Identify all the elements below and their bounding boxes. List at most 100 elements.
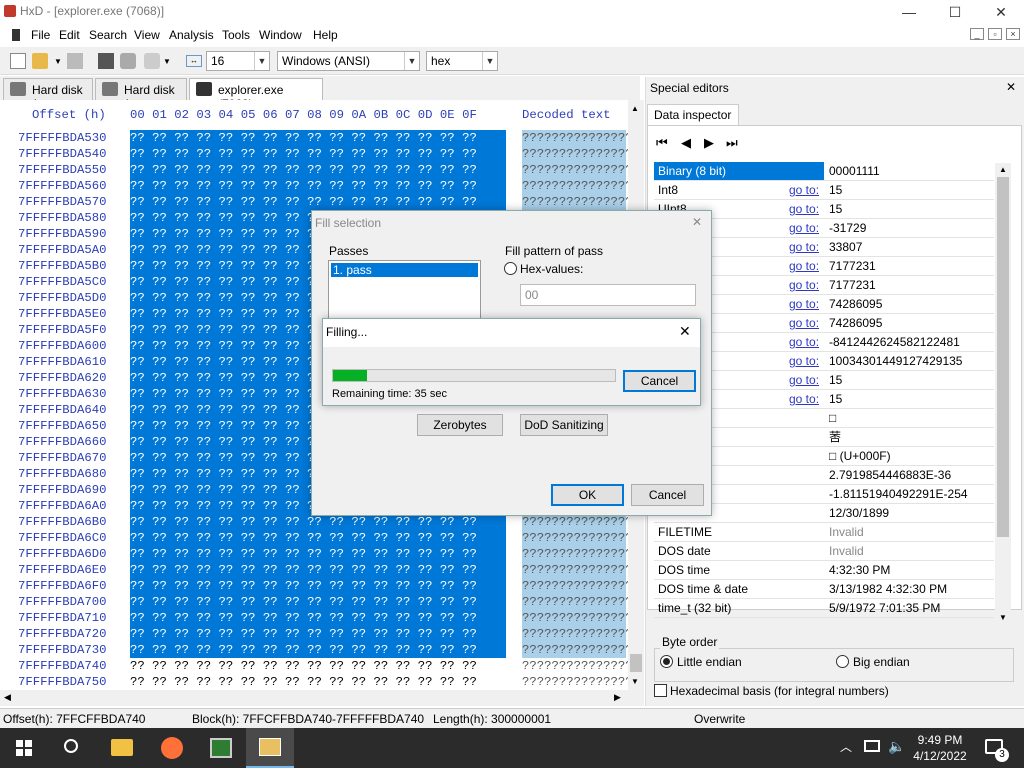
inspector-value[interactable]: 4:32:30 PM	[829, 561, 890, 580]
row-decoded-text[interactable]: ????????????????	[522, 658, 628, 674]
save-icon[interactable]	[67, 53, 83, 69]
inspector-value[interactable]: □ (U+000F)	[829, 447, 891, 466]
row-decoded-text[interactable]: ????????????????	[522, 594, 628, 610]
row-decoded-text[interactable]: ????????????????	[522, 546, 628, 562]
scroll-right-icon[interactable]: ▶	[614, 692, 621, 703]
disk-image-icon[interactable]	[144, 53, 160, 69]
row-hex-bytes[interactable]: ?? ?? ?? ?? ?? ?? ?? ?? ?? ?? ?? ?? ?? ?…	[130, 626, 506, 642]
inspector-goto-link[interactable]: go to:	[789, 314, 819, 333]
row-hex-bytes[interactable]: ?? ?? ?? ?? ?? ?? ?? ?? ?? ?? ?? ?? ?? ?…	[130, 130, 506, 146]
tab-explorer-exe[interactable]: explorer.exe (7068)	[189, 78, 323, 111]
inspector-value[interactable]: 12/30/1899	[829, 504, 889, 523]
dod-sanitizing-button[interactable]: DoD Sanitizing	[520, 414, 608, 436]
scroll-down-icon[interactable]: ▼	[999, 613, 1007, 622]
inspector-value[interactable]: 15	[829, 390, 842, 409]
minimize-button[interactable]: —	[886, 0, 932, 24]
row-decoded-text[interactable]: ????????????????	[522, 130, 628, 146]
inspector-value[interactable]: □	[829, 409, 836, 428]
panel-close-button[interactable]: ✕	[1006, 80, 1016, 94]
inspector-value[interactable]: 7177231	[829, 276, 876, 295]
row-decoded-text[interactable]: ????????????????	[522, 178, 628, 194]
last-record-icon[interactable]: ⏭	[726, 135, 738, 151]
row-hex-bytes[interactable]: ?? ?? ?? ?? ?? ?? ?? ?? ?? ?? ?? ?? ?? ?…	[130, 610, 506, 626]
open-dropdown-icon[interactable]: ▼	[54, 57, 62, 66]
hex-values-input[interactable]: 00	[520, 284, 696, 306]
row-hex-bytes[interactable]: ?? ?? ?? ?? ?? ?? ?? ?? ?? ?? ?? ?? ?? ?…	[130, 642, 506, 658]
disk-dropdown-icon[interactable]: ▼	[163, 57, 171, 66]
inspector-goto-link[interactable]: go to:	[789, 390, 819, 409]
inspector-goto-link[interactable]: go to:	[789, 219, 819, 238]
scroll-left-icon[interactable]: ◀	[4, 692, 11, 703]
inspector-value[interactable]: Invalid	[829, 542, 864, 561]
inspector-value[interactable]: Invalid	[829, 523, 864, 542]
inspector-value[interactable]: 15	[829, 371, 842, 390]
inspector-goto-link[interactable]: go to:	[789, 276, 819, 295]
mdi-minimize-button[interactable]: _	[970, 28, 984, 40]
row-hex-bytes[interactable]: ?? ?? ?? ?? ?? ?? ?? ?? ?? ?? ?? ?? ?? ?…	[130, 530, 506, 546]
row-decoded-text[interactable]: ????????????????	[522, 610, 628, 626]
menu-analysis[interactable]: Analysis	[169, 28, 214, 42]
row-hex-bytes[interactable]: ?? ?? ?? ?? ?? ?? ?? ?? ?? ?? ?? ?? ?? ?…	[130, 146, 506, 162]
row-decoded-text[interactable]: ????????????????	[522, 674, 628, 690]
inspector-value[interactable]: 74286095	[829, 295, 882, 314]
row-decoded-text[interactable]: ????????????????	[522, 514, 628, 530]
scroll-down-icon[interactable]: ▼	[631, 677, 639, 686]
first-record-icon[interactable]: ⏮	[656, 135, 668, 151]
row-hex-bytes[interactable]: ?? ?? ?? ?? ?? ?? ?? ?? ?? ?? ?? ?? ?? ?…	[130, 546, 506, 562]
row-decoded-text[interactable]: ????????????????	[522, 146, 628, 162]
inspector-value[interactable]: -31729	[829, 219, 866, 238]
charset-select[interactable]: Windows (ANSI) ▼	[277, 51, 420, 71]
inspector-row[interactable]: DOS date Invalid	[654, 542, 994, 561]
scroll-up-icon[interactable]: ▲	[999, 165, 1007, 174]
inspector-row[interactable]: time_t (32 bit) 5/9/1972 7:01:35 PM	[654, 599, 994, 618]
scroll-thumb[interactable]	[630, 654, 642, 672]
row-hex-bytes[interactable]: ?? ?? ?? ?? ?? ?? ?? ?? ?? ?? ?? ?? ?? ?…	[130, 658, 506, 674]
inspector-goto-link[interactable]: go to:	[789, 181, 819, 200]
mdi-close-button[interactable]: ×	[1006, 28, 1020, 40]
mdi-restore-button[interactable]: ▫	[988, 28, 1002, 40]
inspector-row[interactable]: DOS time & date 3/13/1982 4:32:30 PM	[654, 580, 994, 599]
inspector-value[interactable]: 2.7919854446883E-36	[829, 466, 951, 485]
row-hex-bytes[interactable]: ?? ?? ?? ?? ?? ?? ?? ?? ?? ?? ?? ?? ?? ?…	[130, 578, 506, 594]
inspector-value[interactable]: 74286095	[829, 314, 882, 333]
search-icon[interactable]	[64, 739, 78, 753]
inspector-row[interactable]: Binary (8 bit) 00001111	[654, 162, 994, 181]
little-endian-radio[interactable]	[660, 655, 673, 668]
inspector-goto-link[interactable]: go to:	[789, 371, 819, 390]
menu-help[interactable]: Help	[313, 28, 338, 42]
inspector-goto-link[interactable]: go to:	[789, 200, 819, 219]
scroll-up-icon[interactable]: ▲	[631, 104, 639, 113]
filling-close-button[interactable]: ✕	[679, 323, 691, 340]
passes-list[interactable]: 1. pass	[328, 260, 481, 322]
previous-record-icon[interactable]: ◀	[681, 135, 691, 151]
row-decoded-text[interactable]: ????????????????	[522, 626, 628, 642]
inspector-value[interactable]: 3/13/1982 4:32:30 PM	[829, 580, 947, 599]
inspector-value[interactable]: -8412442624582122481	[829, 333, 960, 352]
filling-cancel-button[interactable]: Cancel	[623, 370, 696, 392]
volume-icon[interactable]: 🔈	[888, 738, 905, 755]
menu-window[interactable]: Window	[259, 28, 302, 42]
inspector-goto-link[interactable]: go to:	[789, 238, 819, 257]
inspector-value[interactable]: 00001111	[829, 162, 880, 181]
next-record-icon[interactable]: ▶	[704, 135, 714, 151]
scroll-thumb[interactable]	[997, 177, 1009, 537]
ok-button[interactable]: OK	[551, 484, 624, 506]
inspector-goto-link[interactable]: go to:	[789, 257, 819, 276]
row-hex-bytes[interactable]: ?? ?? ?? ?? ?? ?? ?? ?? ?? ?? ?? ?? ?? ?…	[130, 178, 506, 194]
system-monitor-icon[interactable]	[210, 738, 232, 758]
inspector-value[interactable]: 33807	[829, 238, 862, 257]
inspector-row[interactable]: DOS time 4:32:30 PM	[654, 561, 994, 580]
maximize-button[interactable]: ☐	[932, 0, 978, 24]
show-hidden-icons-icon[interactable]: ︿	[840, 738, 852, 755]
ram-icon[interactable]	[98, 53, 114, 69]
row-decoded-text[interactable]: ????????????????	[522, 194, 628, 210]
big-endian-radio[interactable]	[836, 655, 849, 668]
row-decoded-text[interactable]: ????????????????	[522, 530, 628, 546]
inspector-goto-link[interactable]: go to:	[789, 352, 819, 371]
zerobytes-button[interactable]: Zerobytes	[417, 414, 503, 436]
disk-icon[interactable]	[120, 53, 136, 69]
row-hex-bytes[interactable]: ?? ?? ?? ?? ?? ?? ?? ?? ?? ?? ?? ?? ?? ?…	[130, 162, 506, 178]
bytes-per-row-select[interactable]: 16 ▼	[206, 51, 270, 71]
hex-basis-checkbox[interactable]	[654, 684, 667, 697]
inspector-goto-link[interactable]: go to:	[789, 295, 819, 314]
